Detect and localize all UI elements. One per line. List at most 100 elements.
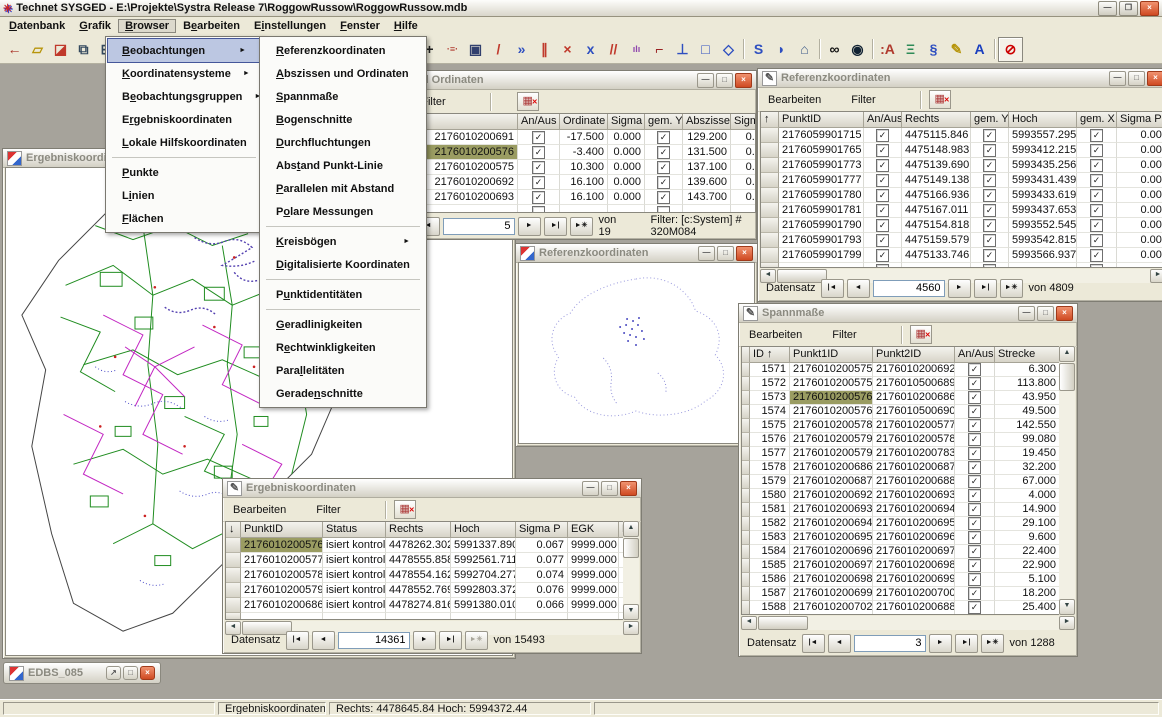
horizontal-scrollbar[interactable]: ◄ ►	[741, 616, 1075, 630]
checkbox[interactable]	[1090, 264, 1103, 268]
checkbox[interactable]: ✓	[1090, 249, 1103, 262]
checkbox[interactable]: ✓	[968, 601, 981, 614]
record-number-input[interactable]	[854, 635, 926, 652]
table-row[interactable]: 2176010200686isiert kontrolliert4478274.…	[226, 598, 638, 613]
table-row[interactable]: 157521760102005782176010200577✓142.550	[742, 419, 1074, 433]
table-row[interactable]: 157421760102005762176010500690✓49.500	[742, 405, 1074, 419]
menu-item-abszissen-und-ordinaten[interactable]: Abszissen und Ordinaten	[262, 62, 424, 85]
checkbox[interactable]: ✓	[876, 129, 889, 142]
menu-item-digitalisierte-koordinaten[interactable]: Digitalisierte Koordinaten	[262, 253, 424, 276]
rectangle-icon[interactable]: □	[694, 38, 717, 61]
no-display-icon[interactable]: ⊘	[998, 37, 1023, 62]
menu-item-durchfluchtungen[interactable]: Durchfluchtungen	[262, 131, 424, 154]
row-selector[interactable]	[742, 433, 750, 447]
checkbox[interactable]: ✓	[968, 433, 981, 446]
table-row[interactable]: 157921760102006872176010200688✓67.000	[742, 475, 1074, 489]
direction-arrow-icon[interactable]: »	[510, 38, 533, 61]
table-row[interactable]: 158021760102006922176010200693✓4.000	[742, 489, 1074, 503]
column-header-sigma-y[interactable]: Sigma Y	[608, 114, 645, 130]
menu-item-referenzkoordinaten[interactable]: Referenzkoordinaten	[262, 39, 424, 62]
row-selector[interactable]	[742, 475, 750, 489]
column-header-rechts[interactable]: Rechts	[386, 522, 451, 538]
checkbox[interactable]: ✓	[983, 219, 996, 232]
open-folder-icon[interactable]: ▱	[26, 38, 49, 61]
close-button[interactable]: ×	[1056, 306, 1073, 321]
menu-item-spannma-e[interactable]: Spannmaße	[262, 85, 424, 108]
checkbox[interactable]: ✓	[968, 517, 981, 530]
menu-item-ergebniskoordinaten[interactable]: Ergebniskoordinaten	[108, 108, 260, 131]
import-user-icon[interactable]: ◪	[49, 38, 72, 61]
row-selector[interactable]	[742, 545, 750, 559]
checkbox[interactable]: ✓	[1090, 129, 1103, 142]
menu-item-kreisb-gen[interactable]: Kreisbögen►	[262, 230, 424, 253]
menu-filter[interactable]: Filter	[316, 504, 340, 516]
menu-item-beobachtungen[interactable]: Beobachtungen►	[108, 39, 260, 62]
vertical-scrollbar[interactable]: ▲ ▼	[623, 521, 639, 620]
checkbox[interactable]: ✓	[968, 419, 981, 432]
row-selector[interactable]	[761, 203, 779, 218]
table-row[interactable]	[226, 613, 638, 620]
menu-bearbeiten[interactable]: Bearbeiten	[233, 504, 286, 516]
menu-item-lokale-hilfskoordinaten[interactable]: Lokale Hilfskoordinaten	[108, 131, 260, 154]
row-selector[interactable]	[742, 391, 750, 405]
row-selector[interactable]	[761, 233, 779, 248]
checkbox[interactable]: ✓	[968, 531, 981, 544]
menu-item-polare-messungen[interactable]: Polare Messungen	[262, 200, 424, 223]
row-selector[interactable]	[742, 377, 750, 391]
window-referenzkoordinaten[interactable]: ✎ Referenzkoordinaten — □ × Bearbeiten F…	[757, 68, 1162, 302]
checkbox[interactable]: ✓	[983, 144, 996, 157]
table-row[interactable]: 157121760102005752176010200692✓6.300	[742, 363, 1074, 377]
checkbox[interactable]: ✓	[968, 489, 981, 502]
record-number-input[interactable]	[873, 280, 945, 297]
new-record-button[interactable]: ►✳	[465, 631, 488, 650]
menubar-item-browser[interactable]: Browser	[118, 19, 176, 33]
rhombus-icon[interactable]: ◇	[717, 38, 740, 61]
checkbox[interactable]	[532, 206, 545, 213]
row-selector[interactable]	[226, 553, 241, 568]
menu-bearbeiten[interactable]: Bearbeiten	[749, 329, 802, 341]
column-header-egk[interactable]: EGK	[568, 522, 619, 538]
checkbox[interactable]	[876, 264, 889, 268]
table-row[interactable]	[761, 263, 1162, 268]
checkbox[interactable]	[983, 264, 996, 268]
close-button[interactable]: ×	[736, 246, 753, 261]
hatched-line-icon[interactable]: //	[602, 38, 625, 61]
checkbox[interactable]: ✓	[1090, 189, 1103, 202]
checkbox[interactable]: ✓	[983, 159, 996, 172]
route-icon[interactable]: §	[922, 38, 945, 61]
table-row[interactable]: 158221760102006942176010200695✓29.100	[742, 517, 1074, 531]
scroll-right-icon[interactable]: ►	[1059, 616, 1075, 630]
checkbox[interactable]: ✓	[532, 131, 545, 144]
table-row[interactable]: 158621760102006982176010200699✓5.100	[742, 573, 1074, 587]
menu-item-koordinatensysteme[interactable]: Koordinatensysteme►	[108, 62, 260, 85]
delete-filter-button[interactable]: ▦✕	[929, 90, 951, 109]
checkbox[interactable]: ✓	[876, 249, 889, 262]
row-selector[interactable]	[226, 583, 241, 598]
delete-filter-button[interactable]: ▦✕	[910, 325, 932, 344]
prev-record-button[interactable]: ◄	[828, 634, 851, 653]
table-row[interactable]: 2176059901773✓4475139.690✓5993435.256✓0.…	[761, 158, 1162, 173]
perpendicular-icon[interactable]: ⊥	[671, 38, 694, 61]
text-tool-icon[interactable]: A	[968, 38, 991, 61]
draw-line-icon[interactable]: /	[487, 38, 510, 61]
checkbox[interactable]: ✓	[657, 191, 670, 204]
checkbox[interactable]: ✓	[532, 191, 545, 204]
table-row[interactable]: 2176010200577isiert kontrolliert4478555.…	[226, 553, 638, 568]
column-header-hoch[interactable]: Hoch	[451, 522, 516, 538]
column-header-sigma-p[interactable]: Sigma P	[516, 522, 568, 538]
table-row[interactable]: 2176059901781✓4475167.011✓5993437.653✓0.…	[761, 203, 1162, 218]
menu-filter[interactable]: Filter	[851, 94, 875, 106]
checkbox[interactable]: ✓	[876, 234, 889, 247]
vertical-scrollbar[interactable]: ▲ ▼	[1059, 346, 1075, 615]
checkbox[interactable]: ✓	[983, 189, 996, 202]
column-header-punkt1id[interactable]: Punkt1ID	[790, 347, 873, 363]
scroll-down-icon[interactable]: ▼	[1059, 599, 1075, 615]
column-header-an-aus[interactable]: An/Aus	[864, 112, 902, 128]
column-header-punktid[interactable]: PunktID	[779, 112, 864, 128]
row-selector[interactable]	[742, 531, 750, 545]
column-header-punktid[interactable]: PunktID	[241, 522, 323, 538]
row-selector[interactable]	[742, 461, 750, 475]
spline-icon[interactable]: S	[747, 38, 770, 61]
first-record-button[interactable]: |◄	[286, 631, 309, 650]
table-row[interactable]: 158821760102007022176010200688✓25.400	[742, 601, 1074, 615]
